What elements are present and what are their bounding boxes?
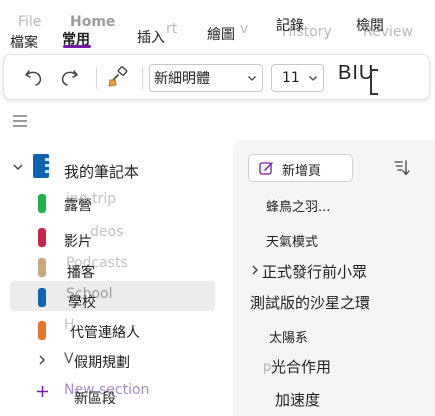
add-page-button[interactable]: 新增頁: [248, 154, 353, 182]
section-item-selected[interactable]: School 學校: [10, 281, 215, 311]
redo-icon: [61, 70, 78, 86]
tab-file[interactable]: 檔案: [10, 32, 38, 52]
ghost-home-text: Home: [70, 14, 116, 30]
font-size-value: 11: [282, 70, 300, 86]
undo-icon: [25, 70, 42, 86]
new-page-icon: [259, 162, 273, 175]
ghost-section-text: V: [64, 351, 74, 367]
subpage-item[interactable]: 太陽系: [269, 327, 308, 346]
sort-pages-button[interactable]: [393, 159, 411, 181]
font-size-dropdown[interactable]: 11: [271, 64, 324, 92]
hamburger-icon: [13, 115, 27, 127]
add-page-label: 新增頁: [282, 164, 322, 179]
font-name-dropdown[interactable]: 新細明體: [149, 64, 263, 92]
toolbar-divider: [96, 67, 97, 89]
ghost-section-text: deos: [90, 224, 124, 240]
ribbon-tab-bar: File Home rt v History Review 檔案 常用 插入 繪…: [0, 0, 435, 56]
navigation-toggle-button[interactable]: [12, 113, 28, 132]
section-label: 露營: [64, 198, 92, 214]
ghost-insert-text: rt: [166, 21, 178, 37]
ribbon-toolbar: 新細明體 11 BIU: [3, 54, 430, 100]
section-color-swatch: [38, 194, 46, 213]
format-painter-icon: [108, 66, 128, 87]
section-item[interactable]: Podcasts 播客: [10, 251, 215, 281]
section-item[interactable]: ing trip 露營: [10, 187, 215, 217]
toolbar-divider: [142, 67, 143, 89]
notebook-icon: [33, 154, 49, 178]
bracket-glyph: [370, 69, 378, 95]
section-color-swatch: [38, 258, 46, 277]
add-section-button[interactable]: New section 新區段: [10, 378, 215, 408]
format-painter-button[interactable]: [105, 64, 131, 90]
page-item-expanded[interactable]: 正式發行前小眾: [262, 261, 367, 282]
notebook-name: 我的筆記本: [64, 163, 140, 181]
tab-draw[interactable]: 繪圖: [207, 24, 235, 44]
chevron-down-icon: [248, 76, 256, 81]
section-label: 影片: [64, 234, 92, 250]
section-label: 學校: [68, 295, 96, 311]
tab-history[interactable]: 記錄: [276, 15, 304, 35]
section-color-swatch: [38, 321, 46, 340]
tab-review[interactable]: 檢閱: [356, 15, 384, 35]
ghost-file-text: File: [18, 14, 42, 30]
sort-icon: [394, 160, 410, 176]
section-item[interactable]: deos 影片: [10, 221, 215, 251]
section-group-label: 假期規劃: [74, 355, 130, 371]
page-item[interactable]: 蜂鳥之羽...: [266, 196, 330, 215]
undo-button[interactable]: [21, 64, 47, 90]
font-name-value: 新細明體: [154, 71, 210, 87]
section-color-swatch: [38, 228, 46, 247]
page-item[interactable]: 測試版的沙星之環: [250, 292, 370, 313]
chevron-down-icon: [13, 164, 23, 170]
tab-insert[interactable]: 插入: [137, 27, 165, 47]
chevron-right-icon: [39, 355, 45, 365]
subpage-item[interactable]: 光合作用: [271, 356, 331, 377]
ghost-draw-text: v: [240, 21, 249, 37]
bold-italic-underline-buttons[interactable]: BIU: [338, 62, 374, 85]
chevron-down-icon: [309, 76, 317, 81]
plus-icon: [37, 386, 48, 397]
section-color-swatch: [38, 288, 46, 307]
subpage-item[interactable]: 加速度: [275, 389, 320, 410]
section-label: 代管連絡人: [70, 325, 140, 341]
section-item[interactable]: H 代管連絡人: [10, 314, 215, 344]
redo-button[interactable]: [56, 64, 82, 90]
page-item[interactable]: 天氣模式: [266, 231, 318, 250]
notebook-header[interactable]: 我的筆記本: [10, 152, 230, 186]
section-group-item[interactable]: V 假期規劃: [10, 345, 215, 375]
section-label: 播客: [67, 265, 95, 281]
active-tab-indicator: [63, 45, 91, 48]
add-section-label: 新區段: [74, 391, 116, 407]
chevron-right-icon[interactable]: [250, 264, 260, 276]
